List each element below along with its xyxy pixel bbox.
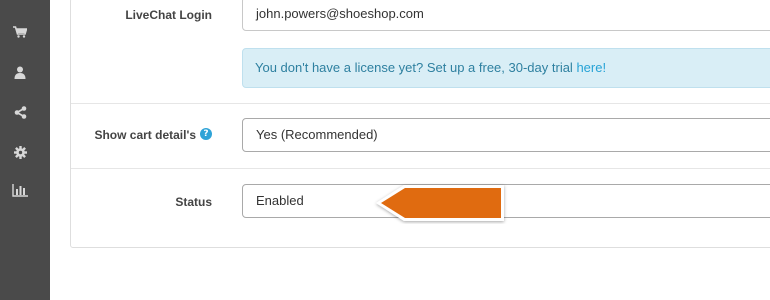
help-icon[interactable]: ? (200, 128, 212, 140)
gear-icon[interactable] (0, 140, 40, 164)
pointer-arrow-icon (372, 182, 512, 229)
cart-icon[interactable] (0, 20, 40, 44)
bar-chart-icon[interactable] (0, 178, 40, 202)
license-notice-text: You don't have a license yet? Set up a f… (255, 60, 577, 75)
row-divider (71, 168, 770, 169)
share-icon[interactable] (0, 100, 40, 124)
livechat-login-field[interactable]: john.powers@shoeshop.com (242, 0, 770, 31)
show-cart-details-label: Show cart detail's (94, 128, 196, 142)
row-divider (71, 103, 770, 104)
show-cart-details-select[interactable]: Yes (Recommended) (242, 118, 770, 152)
status-label: Status (175, 195, 212, 209)
admin-sidebar (0, 0, 50, 300)
free-trial-link[interactable]: here! (576, 60, 606, 75)
license-notice: You don't have a license yet? Set up a f… (242, 48, 770, 88)
livechat-login-label: LiveChat Login (125, 8, 212, 22)
user-icon[interactable] (0, 60, 40, 84)
